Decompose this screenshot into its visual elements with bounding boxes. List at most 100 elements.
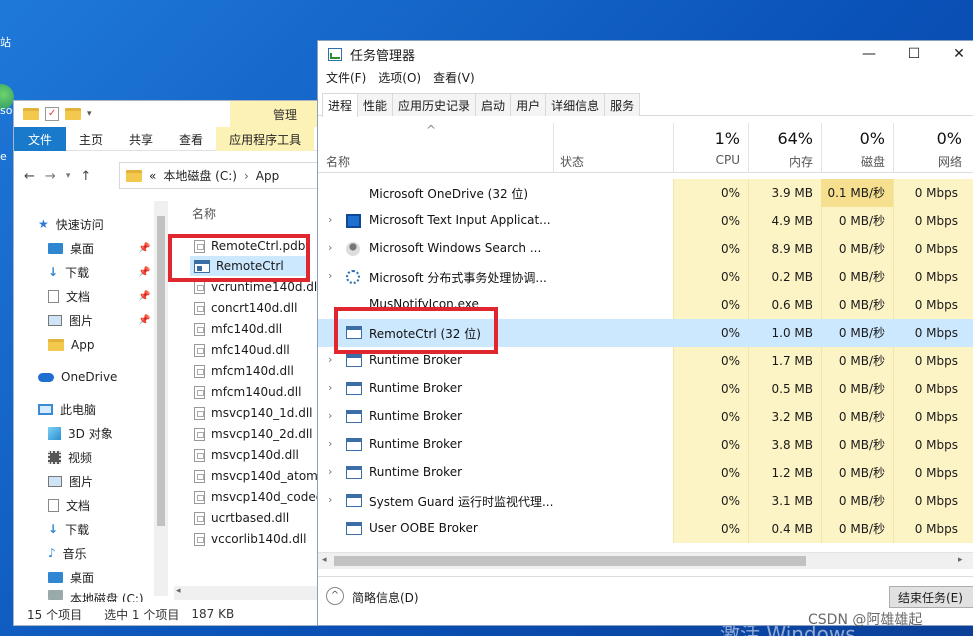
file-item[interactable]: ucrtbased.dll xyxy=(194,508,289,528)
nav-this-pc[interactable]: 此电脑 xyxy=(38,398,96,420)
address-bar[interactable]: « 本地磁盘 (C:) › App xyxy=(119,162,330,189)
file-hscrollbar[interactable]: ◂ xyxy=(174,586,330,600)
new-folder-icon[interactable] xyxy=(65,108,81,120)
expand-chevron-icon[interactable]: › xyxy=(328,437,332,450)
up-arrow-icon[interactable]: ↑ xyxy=(80,169,91,184)
process-hscrollbar[interactable]: ◂ ▸ xyxy=(318,552,973,569)
maximize-button[interactable]: ☐ xyxy=(893,41,935,67)
nav-videos[interactable]: 视频 xyxy=(48,446,92,468)
forward-arrow-icon[interactable]: → xyxy=(45,169,56,184)
nav-pc-desktop[interactable]: 桌面 xyxy=(48,566,94,588)
back-arrow-icon[interactable]: ← xyxy=(24,169,35,184)
column-header-memory[interactable]: 64% 内存 xyxy=(748,123,821,173)
tab-details[interactable]: 详细信息 xyxy=(545,93,606,116)
nav-desktop[interactable]: 桌面 xyxy=(48,237,94,259)
column-header-cpu[interactable]: 1% CPU xyxy=(673,123,748,173)
process-row[interactable]: Microsoft OneDrive (32 位) 0% 3.9 MB 0.1 MB/… xyxy=(318,179,973,207)
nav-pc-documents[interactable]: 文档 xyxy=(48,494,90,516)
scroll-left-icon[interactable]: ◂ xyxy=(176,586,181,596)
close-button[interactable]: ✕ xyxy=(938,41,973,67)
ribbon-tab-app-tools[interactable]: 应用程序工具 xyxy=(216,127,315,151)
process-row[interactable]: › Runtime Broker 0% 1.2 MB 0 MB/秒 0 Mbps xyxy=(318,459,973,487)
end-task-button[interactable]: 结束任务(E) xyxy=(889,586,973,608)
nav-music[interactable]: ♪ 音乐 xyxy=(48,542,87,564)
column-header-network[interactable]: 0% 网络 xyxy=(893,123,973,173)
menu-file[interactable]: 文件(F) xyxy=(326,69,366,89)
breadcrumb-separator[interactable]: › xyxy=(244,169,249,183)
ribbon-tab-home[interactable]: 主页 xyxy=(66,127,116,151)
process-row[interactable]: › Microsoft Windows Search ... 0% 8.9 MB 0 M… xyxy=(318,235,973,263)
nav-pc-downloads[interactable]: ↓ 下载 xyxy=(48,518,89,540)
scroll-right-icon[interactable]: ▸ xyxy=(958,555,963,565)
nav-quick-access[interactable]: ★ 快速访问 xyxy=(38,213,104,235)
tab-performance[interactable]: 性能 xyxy=(357,93,394,116)
expand-chevron-icon[interactable]: › xyxy=(328,493,332,506)
expand-chevron-icon[interactable]: › xyxy=(328,269,332,282)
pin-icon[interactable]: 📌 xyxy=(138,291,150,302)
file-item[interactable]: mfc140d.dll xyxy=(194,319,282,339)
expand-chevron-icon[interactable]: › xyxy=(328,381,332,394)
tab-services[interactable]: 服务 xyxy=(604,93,641,116)
process-row[interactable]: › Microsoft 分布式事务处理协调... 0% 0.2 MB 0 MB/秒 0 M… xyxy=(318,263,973,291)
file-item[interactable]: msvcp140d_codecvt_ids.dll xyxy=(194,487,330,507)
file-item[interactable]: vccorlib140d.dll xyxy=(194,529,306,549)
ribbon-tab-manage[interactable]: 管理 xyxy=(230,101,330,127)
tab-processes[interactable]: 进程 xyxy=(322,93,359,117)
nav-downloads[interactable]: ↓ 下载 xyxy=(48,261,89,283)
recent-dropdown-icon[interactable]: ▾ xyxy=(66,171,71,181)
tab-startup[interactable]: 启动 xyxy=(475,93,512,116)
file-item[interactable]: mfcm140ud.dll xyxy=(194,382,301,402)
process-row[interactable]: › Runtime Broker 0% 0.5 MB 0 MB/秒 0 Mbps xyxy=(318,375,973,403)
nav-pc-pictures[interactable]: 图片 xyxy=(48,470,93,492)
desktop-icon-label[interactable]: e xyxy=(0,150,14,163)
process-row[interactable]: › System Guard 运行时监视代理... 0% 3.1 MB 0 MB/秒 0 … xyxy=(318,487,973,515)
nav-app-folder[interactable]: App xyxy=(48,334,94,356)
expand-chevron-icon[interactable]: › xyxy=(328,409,332,422)
less-details-link[interactable]: 简略信息(D) xyxy=(352,589,419,606)
desktop-icon-label[interactable]: so xyxy=(0,104,14,117)
process-row[interactable]: › Microsoft Text Input Applicat... 0% 4.9 M… xyxy=(318,207,973,235)
file-item[interactable]: mfcm140d.dll xyxy=(194,361,294,381)
nav-onedrive[interactable]: OneDrive xyxy=(38,366,117,388)
pin-icon[interactable]: 📌 xyxy=(138,315,150,326)
pin-icon[interactable]: 📌 xyxy=(138,243,150,254)
file-item[interactable]: mfc140ud.dll xyxy=(194,340,290,360)
expand-chevron-icon[interactable]: › xyxy=(328,241,332,254)
breadcrumb-app[interactable]: App xyxy=(256,169,279,183)
nav-pictures[interactable]: 图片 xyxy=(48,309,93,331)
file-item[interactable]: concrt140d.dll xyxy=(194,298,297,318)
desktop-icon-label[interactable]: 站 xyxy=(0,34,14,50)
file-item[interactable]: msvcp140d.dll xyxy=(194,445,299,465)
expand-chevron-icon[interactable]: › xyxy=(328,353,332,366)
column-header-name[interactable]: 名称 xyxy=(326,153,350,170)
nav-3d-objects[interactable]: 3D 对象 xyxy=(48,422,113,444)
process-row[interactable]: User OOBE Broker 0% 0.4 MB 0 MB/秒 0 Mbps xyxy=(318,515,973,543)
column-header-status[interactable]: 状态 xyxy=(553,123,673,173)
ribbon-tab-file[interactable]: 文件 xyxy=(14,127,67,151)
process-row[interactable]: › Runtime Broker 0% 3.8 MB 0 MB/秒 0 Mbps xyxy=(318,431,973,459)
ribbon-tab-view[interactable]: 查看 xyxy=(166,127,216,151)
tab-users[interactable]: 用户 xyxy=(510,93,547,116)
nav-documents[interactable]: 文档 xyxy=(48,285,90,307)
process-row[interactable]: › Runtime Broker 0% 3.2 MB 0 MB/秒 0 Mbps xyxy=(318,403,973,431)
scroll-left-icon[interactable]: ◂ xyxy=(322,555,327,565)
minimize-button[interactable]: — xyxy=(848,41,890,67)
scrollbar-thumb[interactable] xyxy=(334,556,806,566)
expand-chevron-icon[interactable]: › xyxy=(328,213,332,226)
menu-options[interactable]: 选项(O) xyxy=(378,69,421,89)
collapse-details-icon[interactable]: ^ xyxy=(326,587,344,605)
file-item[interactable]: msvcp140_1d.dll xyxy=(194,403,313,423)
nav-scrollbar-thumb[interactable] xyxy=(157,216,165,526)
column-header-name[interactable]: 名称 xyxy=(192,205,216,222)
expand-chevron-icon[interactable]: › xyxy=(328,465,332,478)
file-item[interactable]: msvcp140_2d.dll xyxy=(194,424,313,444)
breadcrumb-overflow[interactable]: « xyxy=(149,169,156,183)
file-item[interactable]: msvcp140d_atomic_wait.dll xyxy=(194,466,330,486)
qat-dropdown-icon[interactable]: ▾ xyxy=(87,109,92,119)
breadcrumb-drive[interactable]: 本地磁盘 (C:) xyxy=(163,167,237,184)
menu-view[interactable]: 查看(V) xyxy=(433,69,475,89)
pin-icon[interactable]: 📌 xyxy=(138,267,150,278)
properties-icon[interactable]: ✓ xyxy=(45,107,59,121)
column-header-disk[interactable]: 0% 磁盘 xyxy=(821,123,893,173)
ribbon-tab-share[interactable]: 共享 xyxy=(116,127,166,151)
